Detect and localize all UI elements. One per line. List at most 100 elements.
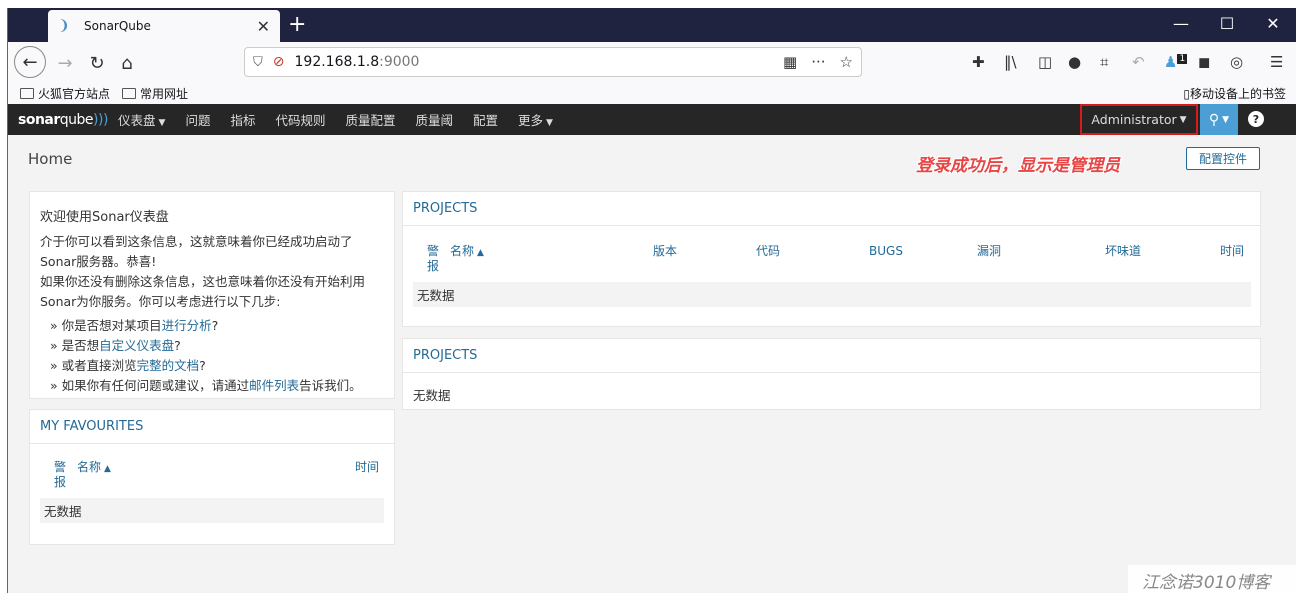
notification-extension-icon[interactable]: ♟ 1 bbox=[1164, 53, 1188, 71]
bookmark-label: 火狐官方站点 bbox=[38, 86, 111, 101]
step-suffix: ? bbox=[199, 358, 206, 373]
sonarqube-favicon-icon: ❩ bbox=[58, 18, 70, 34]
list-item: » 你是否想对某项目进行分析? bbox=[50, 318, 219, 333]
customize-dashboard-link[interactable]: 自定义仪表盘 bbox=[99, 338, 174, 353]
sonarqube-navbar: sonarqube))) 仪表盘 ▼ 问题 指标 代码规则 质量配置 质量阈 配置… bbox=[8, 104, 1296, 135]
step-text: 或者直接浏览 bbox=[61, 358, 137, 373]
folder-icon bbox=[20, 87, 34, 99]
url-port: :9000 bbox=[379, 54, 420, 70]
welcome-widget: 欢迎使用Sonar仪表盘 介于你可以看到这条信息，这就意味着你已经成功启动了So… bbox=[29, 191, 395, 399]
list-item: » 或者直接浏览完整的文档? bbox=[50, 358, 206, 373]
screenshot-crop-icon[interactable]: ⌗ bbox=[1100, 53, 1108, 71]
caret-down-icon: ▼ bbox=[546, 118, 553, 128]
nav-settings[interactable]: 配置 bbox=[463, 110, 508, 129]
search-button[interactable]: ⚲ ▼ bbox=[1200, 104, 1238, 135]
sort-asc-icon: ▲ bbox=[477, 248, 484, 258]
caret-down-icon: ▼ bbox=[1179, 114, 1187, 125]
maximize-icon[interactable]: ☐ bbox=[1204, 14, 1250, 33]
column-alert[interactable]: 警报 bbox=[54, 460, 68, 490]
user-menu-administrator[interactable]: Administrator ▼ bbox=[1080, 104, 1198, 135]
column-time[interactable]: 时间 bbox=[355, 460, 379, 475]
home-button[interactable]: ⌂ bbox=[112, 48, 142, 78]
shield-icon: ⛉ bbox=[253, 54, 263, 70]
bookmark-star-icon[interactable]: ☆ bbox=[840, 53, 853, 71]
nav-more[interactable]: 更多 ▼ bbox=[508, 110, 563, 129]
column-name[interactable]: 名称 ▲ bbox=[77, 460, 111, 477]
watermark: 江念诺3010博客 bbox=[1128, 565, 1296, 595]
qr-code-icon[interactable]: ▦ bbox=[783, 53, 797, 71]
bookmarks-bar: 火狐官方站点 常用网址 ▯移动设备上的书签 bbox=[8, 82, 1296, 104]
phone-icon: ▯ bbox=[1183, 87, 1190, 101]
logo-waves-icon: ))) bbox=[93, 111, 108, 128]
no-data-text: 无数据 bbox=[413, 388, 451, 403]
library-icon[interactable]: ‖\ bbox=[1004, 53, 1017, 71]
bookmark-folder[interactable]: 火狐官方站点 bbox=[20, 85, 110, 102]
undo-icon[interactable]: ↶ bbox=[1132, 53, 1145, 71]
column-code-smells[interactable]: 坏味道 bbox=[1105, 244, 1141, 259]
reload-button[interactable]: ↻ bbox=[82, 48, 112, 78]
column-vulnerabilities[interactable]: 漏洞 bbox=[977, 244, 1001, 259]
browser-nav-bar: ← → ↻ ⌂ ⛉ ⊘ 192.168.1.8 :9000 ▦ ··· ☆ ✚ … bbox=[8, 42, 1296, 82]
extension-mask-icon[interactable]: ◼ bbox=[1198, 53, 1210, 71]
caret-down-icon: ▼ bbox=[1222, 114, 1230, 125]
nav-issues[interactable]: 问题 bbox=[175, 110, 220, 129]
url-bar[interactable]: ⛉ ⊘ 192.168.1.8 :9000 ▦ ··· ☆ bbox=[244, 47, 862, 77]
sort-asc-icon: ▲ bbox=[104, 464, 111, 474]
browser-tab-bar: ❩ SonarQube ✕ + — ☐ ✕ bbox=[8, 8, 1296, 42]
nav-rules[interactable]: 代码规则 bbox=[265, 110, 335, 129]
red-annotation-text: 登录成功后，显示是管理员 bbox=[916, 156, 1120, 176]
analyze-link[interactable]: 进行分析 bbox=[162, 318, 212, 333]
extension-badge: 1 bbox=[1177, 54, 1188, 64]
extension-circle-icon[interactable]: ◎ bbox=[1230, 53, 1243, 71]
forward-button[interactable]: → bbox=[50, 48, 80, 78]
folder-icon bbox=[122, 87, 137, 99]
welcome-paragraph-2: 如果你还没有删除这条信息，这也意味着你还没有开始利用Sonar为你服务。你可以考… bbox=[40, 274, 366, 309]
help-icon[interactable]: ? bbox=[1248, 111, 1264, 127]
documentation-link[interactable]: 完整的文档 bbox=[137, 358, 200, 373]
tab-close-icon[interactable]: ✕ bbox=[257, 17, 270, 36]
column-name-label: 名称 bbox=[77, 460, 102, 474]
window-close-icon[interactable]: ✕ bbox=[1250, 14, 1296, 33]
column-name[interactable]: 名称 ▲ bbox=[450, 244, 484, 261]
mobile-bookmarks[interactable]: ▯移动设备上的书签 bbox=[1183, 85, 1286, 102]
column-bugs[interactable]: BUGS bbox=[869, 244, 903, 259]
home-icon: ⌂ bbox=[121, 52, 133, 74]
step-suffix: ? bbox=[174, 338, 181, 353]
nav-measures[interactable]: 指标 bbox=[220, 110, 265, 129]
nav-quality-profiles[interactable]: 质量配置 bbox=[335, 110, 405, 129]
mailing-list-link[interactable]: 邮件列表 bbox=[249, 378, 299, 393]
column-time[interactable]: 时间 bbox=[1220, 244, 1244, 259]
nav-quality-gates[interactable]: 质量阈 bbox=[406, 110, 464, 129]
sidebar-icon[interactable]: ◫ bbox=[1038, 53, 1052, 71]
user-name: Administrator bbox=[1091, 112, 1177, 127]
widget-title: MY FAVOURITES bbox=[30, 410, 394, 444]
logo-bold: sonar bbox=[18, 111, 60, 128]
welcome-steps-list: » 你是否想对某项目进行分析? » 是否想自定义仪表盘? » 或者直接浏览完整的… bbox=[40, 316, 384, 396]
minimize-icon[interactable]: — bbox=[1158, 14, 1204, 33]
nav-dashboards[interactable]: 仪表盘 ▼ bbox=[108, 110, 175, 129]
hamburger-menu-icon[interactable]: ☰ bbox=[1270, 53, 1283, 71]
extensions-icon[interactable]: ✚ bbox=[972, 53, 985, 71]
page-title: Home bbox=[28, 150, 73, 168]
column-version[interactable]: 版本 bbox=[653, 244, 677, 259]
projects-widget: PROJECTS 警报 名称 ▲ 版本 代码 BUGS 漏洞 坏味道 时间 无数据 bbox=[402, 191, 1261, 327]
column-alert[interactable]: 警报 bbox=[427, 244, 441, 274]
nav-label: 更多 bbox=[518, 113, 544, 128]
url-host: 192.168.1.8 bbox=[294, 54, 380, 70]
no-data-row: 无数据 bbox=[40, 498, 384, 523]
caret-down-icon: ▼ bbox=[158, 118, 166, 128]
sonarqube-logo[interactable]: sonarqube))) bbox=[8, 112, 108, 128]
new-tab-button[interactable]: + bbox=[288, 12, 306, 38]
column-code[interactable]: 代码 bbox=[756, 244, 780, 259]
bookmark-folder[interactable]: 常用网址 bbox=[122, 85, 188, 102]
bookmark-label: 常用网址 bbox=[140, 86, 189, 101]
tab-title: SonarQube bbox=[84, 19, 151, 33]
configure-widgets-button[interactable]: 配置控件 bbox=[1186, 147, 1260, 170]
browser-tab[interactable]: ❩ SonarQube ✕ bbox=[48, 10, 280, 42]
welcome-heading: 欢迎使用Sonar仪表盘 bbox=[40, 210, 169, 225]
more-actions-icon[interactable]: ··· bbox=[811, 53, 825, 71]
back-button[interactable]: ← bbox=[14, 46, 46, 78]
step-suffix: ? bbox=[211, 318, 219, 333]
profile-avatar-icon[interactable]: ● bbox=[1068, 53, 1081, 71]
column-name-label: 名称 bbox=[450, 244, 475, 258]
